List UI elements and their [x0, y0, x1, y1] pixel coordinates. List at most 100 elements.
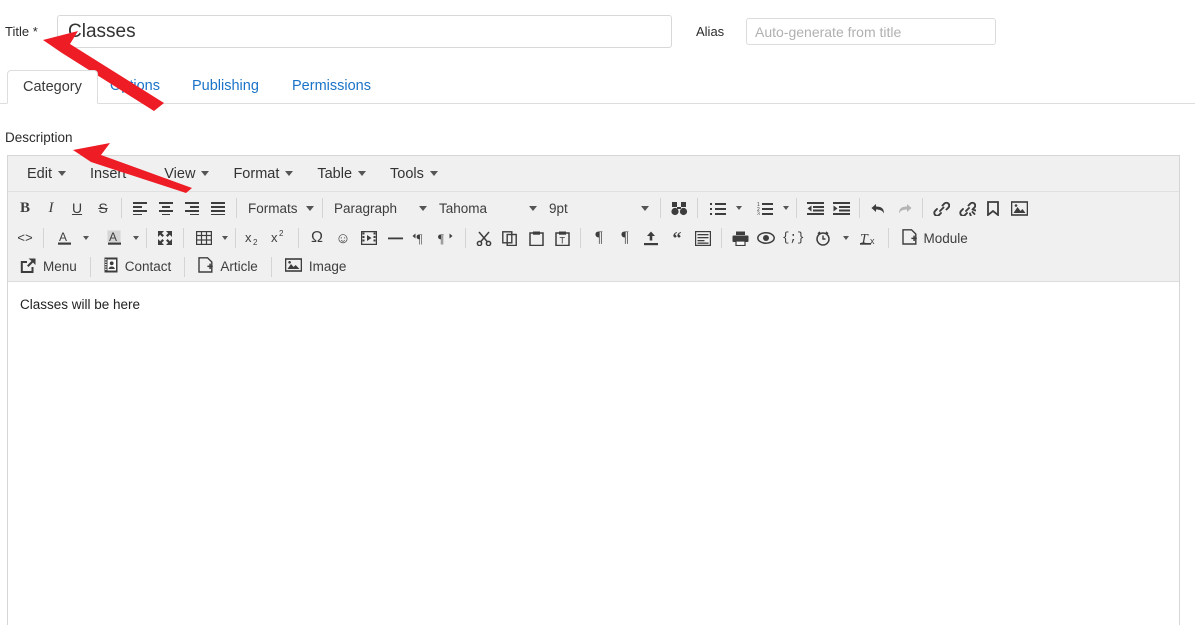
toolbar-separator: [580, 228, 581, 248]
underline-icon[interactable]: U: [64, 196, 90, 220]
insert-article-button[interactable]: Article: [190, 255, 266, 279]
tab-permissions[interactable]: Permissions: [277, 70, 386, 104]
preview-eye-icon[interactable]: [753, 226, 779, 250]
cut-scissors-icon[interactable]: [471, 226, 497, 250]
align-center-icon[interactable]: [153, 196, 179, 220]
menu-table-label: Table: [317, 165, 353, 182]
chevron-down-icon: [222, 236, 228, 240]
emoticon-icon[interactable]: ☺: [330, 226, 356, 250]
menu-tools-label: Tools: [390, 165, 424, 182]
subscript-icon[interactable]: x2: [241, 226, 267, 250]
alias-input[interactable]: [746, 18, 996, 45]
menu-tools[interactable]: Tools: [379, 163, 449, 185]
print-icon[interactable]: [727, 226, 753, 250]
insert-article-label: Article: [220, 259, 258, 274]
block-format-select[interactable]: Paragraph: [328, 196, 433, 220]
table-icon: [191, 226, 217, 250]
toolbar-separator: [887, 228, 889, 248]
bookmark-anchor-icon[interactable]: [980, 196, 1006, 220]
alias-label: Alias: [696, 24, 725, 39]
align-right-icon[interactable]: [179, 196, 205, 220]
strikethrough-icon[interactable]: S: [90, 196, 116, 220]
special-character-icon[interactable]: Ω: [304, 226, 330, 250]
insert-datetime-button[interactable]: [808, 226, 851, 250]
indent-icon[interactable]: [828, 196, 854, 220]
insert-image-icon[interactable]: [1006, 196, 1032, 220]
tab-bar: Category Options Publishing Permissions: [0, 70, 1195, 105]
numbered-list-button[interactable]: 123: [750, 196, 791, 220]
ltr-direction-icon[interactable]: ¶: [408, 226, 434, 250]
background-color-button[interactable]: A: [99, 226, 141, 250]
formats-select[interactable]: Formats: [242, 196, 317, 220]
toolbar-separator: [697, 198, 698, 218]
import-upload-icon[interactable]: [638, 226, 664, 250]
superscript-icon[interactable]: x2: [267, 226, 293, 250]
bold-icon[interactable]: B: [12, 196, 38, 220]
chevron-down-icon: [429, 171, 438, 176]
svg-text:¶: ¶: [438, 231, 444, 246]
menu-edit-label: Edit: [27, 165, 52, 182]
align-justify-icon[interactable]: [205, 196, 231, 220]
tab-options[interactable]: Options: [95, 70, 175, 104]
redo-icon[interactable]: [891, 196, 917, 220]
copy-icon[interactable]: [497, 226, 523, 250]
insert-image-button[interactable]: Image: [277, 255, 355, 279]
font-size-label: 9pt: [549, 200, 568, 216]
insert-media-icon[interactable]: [356, 226, 382, 250]
paragraph-mark-icon[interactable]: ¶: [612, 226, 638, 250]
menu-insert[interactable]: Insert: [79, 163, 151, 185]
blockquote-icon[interactable]: “: [664, 226, 690, 250]
insert-menu-button[interactable]: Menu: [12, 255, 85, 279]
menu-table[interactable]: Table: [306, 163, 377, 185]
paste-as-text-icon[interactable]: T: [549, 226, 575, 250]
show-blocks-icon[interactable]: ¶: [586, 226, 612, 250]
toolbar-separator: [236, 198, 237, 218]
editor-paragraph: Classes will be here: [20, 297, 141, 312]
paste-icon[interactable]: [523, 226, 549, 250]
clear-formatting-icon[interactable]: Tx: [857, 226, 883, 250]
menu-view[interactable]: View: [153, 163, 220, 185]
module-page-icon: [901, 228, 917, 248]
page-break-icon[interactable]: [690, 226, 716, 250]
align-left-icon[interactable]: [127, 196, 153, 220]
menu-format-label: Format: [233, 165, 280, 182]
text-color-icon: A: [51, 226, 77, 250]
insert-image-label: Image: [308, 259, 347, 274]
font-size-select[interactable]: 9pt: [543, 196, 655, 220]
chevron-down-icon: [419, 205, 427, 211]
chevron-down-icon: [285, 171, 294, 176]
bullet-list-icon: [705, 196, 731, 220]
editor-content-area[interactable]: Classes will be here: [8, 283, 1179, 625]
toolbar-separator: [89, 256, 91, 277]
link-icon[interactable]: [928, 196, 954, 220]
tab-category[interactable]: Category: [7, 70, 98, 104]
italic-icon[interactable]: I: [38, 196, 64, 220]
horizontal-rule-icon[interactable]: [382, 226, 408, 250]
undo-icon[interactable]: [865, 196, 891, 220]
title-input[interactable]: [57, 15, 672, 48]
rtl-direction-icon[interactable]: ¶: [434, 226, 460, 250]
toolbar-separator: [183, 228, 184, 248]
editor-menubar: Edit Insert View Format Table Tools: [8, 156, 1179, 192]
insert-table-button[interactable]: [189, 226, 230, 250]
menu-edit[interactable]: Edit: [16, 163, 77, 185]
font-family-select[interactable]: Tahoma: [433, 196, 543, 220]
bullet-list-button[interactable]: [703, 196, 744, 220]
toolbar-separator: [270, 256, 272, 277]
chevron-down-icon: [529, 205, 537, 211]
tab-publishing[interactable]: Publishing: [177, 70, 274, 104]
fullscreen-icon[interactable]: [152, 226, 178, 250]
insert-contact-button[interactable]: Contact: [96, 255, 180, 279]
unlink-icon[interactable]: [954, 196, 980, 220]
svg-text:x: x: [870, 236, 875, 246]
chevron-down-icon: [201, 171, 210, 176]
template-variable-icon[interactable]: {;}: [779, 226, 808, 250]
text-color-button[interactable]: A: [49, 226, 91, 250]
outdent-icon[interactable]: [802, 196, 828, 220]
title-alias-row: Title * Alias: [0, 0, 1195, 62]
menu-format[interactable]: Format: [222, 163, 304, 185]
source-code-icon[interactable]: <>: [12, 226, 38, 250]
insert-module-button[interactable]: Module: [894, 226, 976, 250]
image-picture-icon: [284, 258, 303, 275]
search-replace-icon[interactable]: [666, 196, 692, 220]
